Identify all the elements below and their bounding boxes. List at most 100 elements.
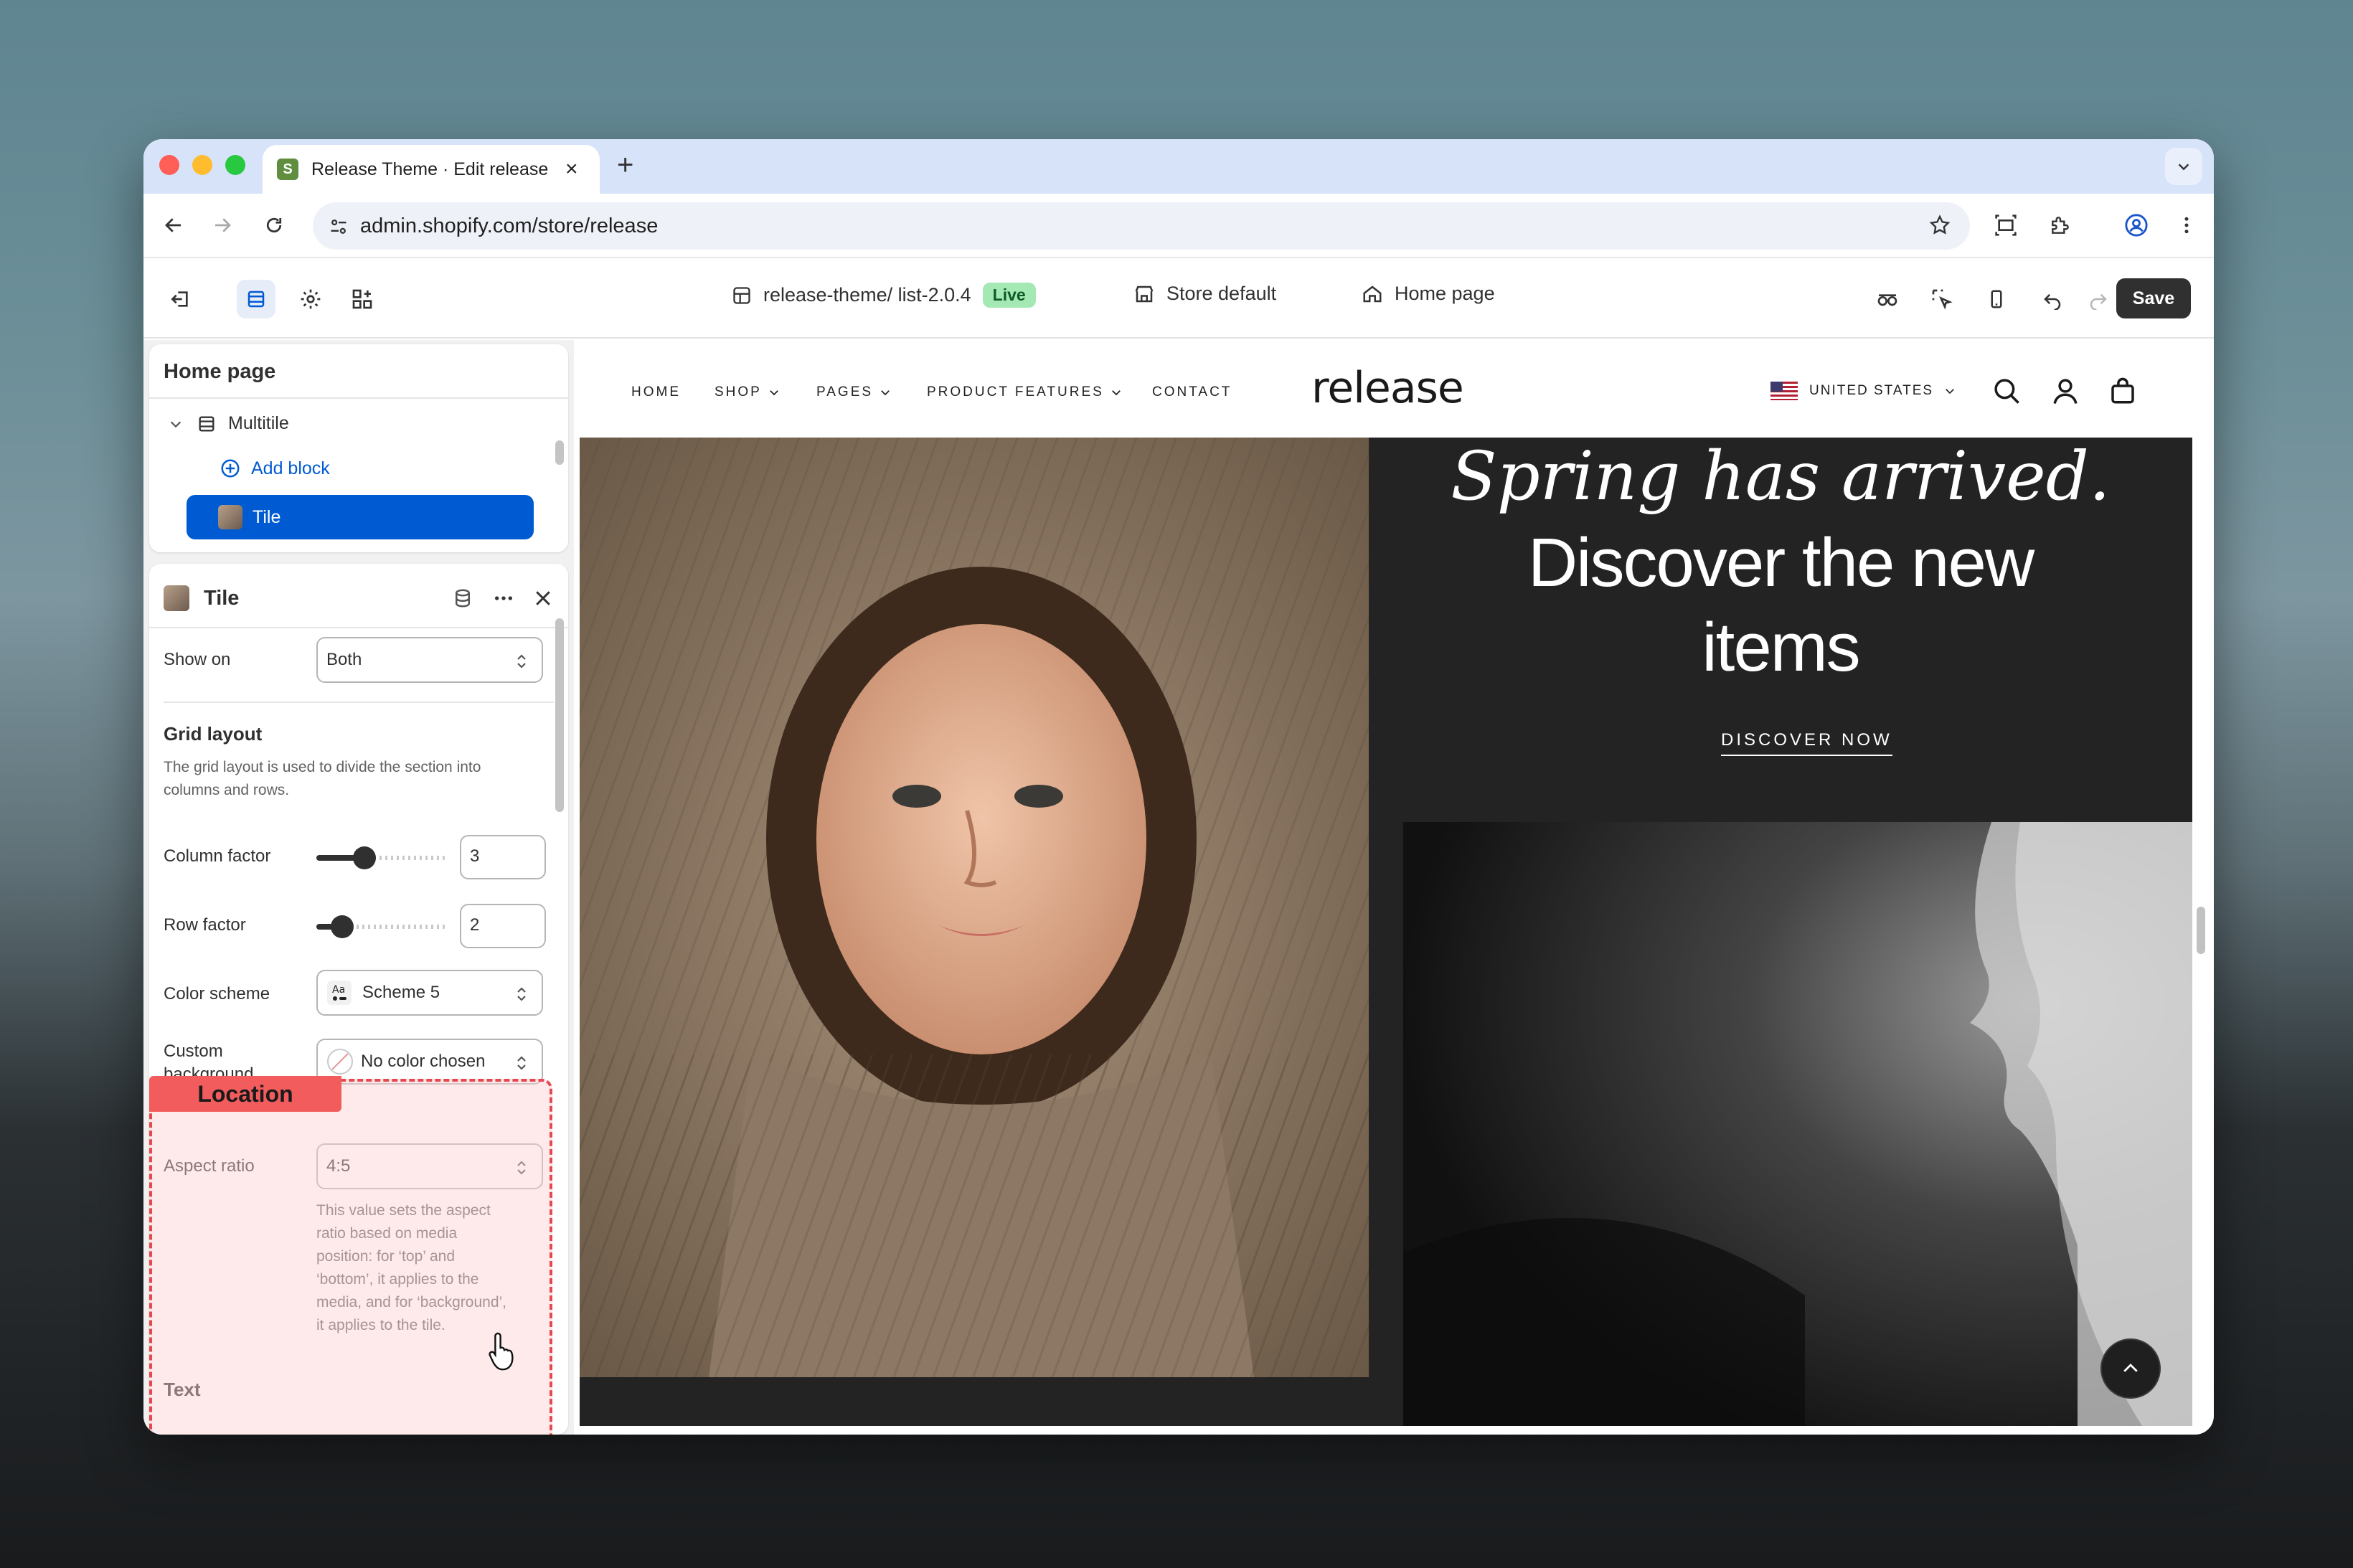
tab-search-button[interactable] — [2165, 148, 2202, 185]
hero-heading-line-1: Discover the new — [1527, 524, 2034, 601]
chevron-up-icon — [2123, 1364, 2138, 1372]
forward-button[interactable] — [208, 211, 237, 240]
search-icon[interactable] — [1991, 376, 2022, 406]
scrollbar[interactable] — [555, 618, 564, 812]
browser-menu-button[interactable] — [2171, 209, 2202, 241]
select-chevron-icon — [517, 987, 526, 1001]
inspector-toggle-button[interactable] — [1868, 280, 1907, 318]
exit-editor-button[interactable] — [161, 280, 199, 318]
slider-handle[interactable] — [353, 846, 376, 869]
chevron-down-icon — [1111, 390, 1121, 396]
database-icon[interactable] — [452, 587, 473, 609]
row-factor-slider[interactable] — [316, 915, 445, 938]
nav-shop[interactable]: SHOP — [715, 384, 781, 400]
nav-pages[interactable]: PAGES — [816, 384, 892, 400]
arrow-right-icon — [215, 218, 231, 232]
store-default-label: Store default — [1166, 283, 1277, 304]
select-chevron-icon — [517, 654, 526, 669]
glasses-icon — [1877, 294, 1897, 306]
block-tile-selected[interactable]: Tile — [187, 495, 534, 539]
new-tab-button[interactable]: + — [617, 151, 633, 179]
scroll-to-top-button[interactable] — [2100, 1338, 2161, 1399]
mobile-preview-button[interactable] — [1977, 280, 2016, 318]
preview-scrollbar[interactable] — [2197, 907, 2205, 954]
color-scheme-select[interactable]: Aa Scheme 5 — [316, 970, 543, 1016]
site-info-icon[interactable] — [329, 217, 349, 240]
chevron-down-icon — [1946, 389, 1954, 395]
color-scheme-label: Color scheme — [164, 984, 270, 1003]
puzzle-icon — [2052, 217, 2069, 234]
color-scheme-value: Scheme 5 — [362, 983, 440, 1002]
column-factor-input[interactable]: 3 — [460, 835, 546, 879]
store-logo[interactable]: release — [1311, 363, 1464, 413]
svg-text:Aa: Aa — [332, 984, 345, 996]
page-selector[interactable]: Home page — [1362, 283, 1495, 305]
arrow-left-icon — [165, 218, 181, 232]
redo-button[interactable] — [2079, 280, 2118, 318]
no-color-swatch-icon — [327, 1049, 353, 1075]
back-button[interactable] — [159, 211, 188, 240]
show-on-label: Show on — [164, 650, 231, 669]
add-block-button[interactable]: Add block — [220, 458, 330, 479]
nav-contact[interactable]: CONTACT — [1152, 384, 1232, 400]
section-multitile[interactable]: Multitile — [168, 413, 289, 434]
close-icon[interactable] — [532, 587, 554, 609]
theme-settings-button[interactable] — [291, 280, 330, 318]
country-selector[interactable]: UNITED STATES — [1770, 382, 1956, 400]
nav-product-features[interactable]: PRODUCT FEATURES — [927, 384, 1123, 400]
undo-icon — [2044, 293, 2061, 310]
theme-selector[interactable]: release-theme/ list-2.0.4 Live — [732, 283, 1036, 308]
address-bar[interactable]: admin.shopify.com/store/release — [313, 202, 1970, 250]
tile-thumbnail — [164, 585, 189, 611]
browser-tab[interactable]: S Release Theme · Edit release × — [263, 145, 600, 194]
account-icon[interactable] — [2050, 376, 2080, 406]
store-default-selector[interactable]: Store default — [1133, 283, 1276, 305]
undo-button[interactable] — [2033, 280, 2072, 318]
screen-capture-button[interactable] — [1990, 209, 2022, 241]
custom-bg-color-picker[interactable]: No color chosen — [316, 1039, 543, 1085]
screen-capture-icon — [1995, 214, 2017, 236]
browser-toolbar: admin.shopify.com/store/release — [143, 194, 2214, 258]
close-tab-icon[interactable]: × — [565, 159, 578, 180]
sections-icon — [247, 291, 265, 308]
extensions-button[interactable] — [2045, 209, 2076, 241]
chevron-down-icon[interactable] — [168, 416, 184, 432]
divider — [149, 627, 568, 628]
custom-bg-label-1: Custom — [164, 1042, 223, 1061]
close-window-button[interactable] — [159, 155, 179, 175]
nav-home[interactable]: HOME — [631, 384, 681, 400]
maximize-window-button[interactable] — [225, 155, 245, 175]
show-on-value: Both — [326, 650, 362, 669]
select-element-button[interactable] — [1923, 280, 1961, 318]
slider-handle[interactable] — [331, 915, 354, 938]
row-factor-input[interactable]: 2 — [460, 904, 546, 948]
grid-layout-heading: Grid layout — [164, 723, 263, 745]
grid-help-line-1: The grid layout is used to divide the se… — [164, 759, 481, 775]
bookmark-star-icon[interactable] — [1928, 214, 1951, 240]
live-badge: Live — [982, 283, 1036, 308]
add-block-label: Add block — [251, 458, 330, 478]
profile-button[interactable] — [2121, 209, 2152, 241]
show-on-select[interactable]: Both — [316, 637, 543, 683]
panel-title: Home page — [164, 360, 276, 383]
reload-button[interactable] — [260, 211, 288, 240]
location-tag: Location — [149, 1076, 341, 1112]
nav-product-features-label: PRODUCT FEATURES — [927, 384, 1104, 400]
column-factor-slider[interactable] — [316, 846, 445, 869]
save-button[interactable]: Save — [2116, 278, 2191, 318]
select-chevron-icon — [517, 1056, 526, 1070]
profile-icon — [2125, 214, 2148, 237]
gear-icon — [301, 289, 321, 309]
cart-bag-icon[interactable] — [2108, 376, 2138, 406]
section-layout-icon — [199, 416, 214, 431]
country-label: UNITED STATES — [1809, 383, 1934, 398]
chevron-down-icon — [769, 390, 778, 396]
more-horizontal-icon[interactable] — [492, 587, 515, 610]
apps-button[interactable] — [343, 280, 382, 318]
scrollbar[interactable] — [555, 440, 564, 465]
divider — [149, 397, 568, 399]
apps-icon — [352, 289, 372, 309]
discover-now-link[interactable]: DISCOVER NOW — [1721, 730, 1892, 756]
minimize-window-button[interactable] — [192, 155, 212, 175]
sections-tab-button[interactable] — [237, 280, 275, 318]
